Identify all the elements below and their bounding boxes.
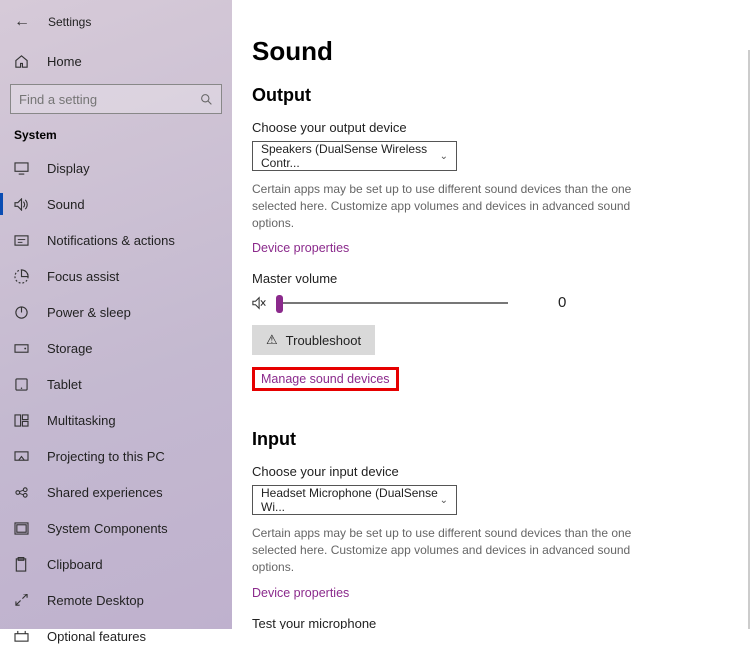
sidebar-item-tablet[interactable]: Tablet (0, 366, 232, 402)
display-icon (13, 160, 29, 176)
master-volume-slider[interactable] (276, 302, 508, 304)
sidebar-item-notifications-actions[interactable]: Notifications & actions (0, 222, 232, 258)
speaker-mute-icon[interactable] (252, 296, 268, 310)
features-icon (13, 628, 29, 644)
sound-icon (13, 196, 29, 212)
page-title: Sound (252, 36, 720, 67)
input-heading: Input (252, 429, 720, 450)
input-device-select[interactable]: Headset Microphone (DualSense Wi... ⌄ (252, 485, 457, 515)
input-device-value: Headset Microphone (DualSense Wi... (261, 486, 440, 514)
back-icon[interactable]: ← (14, 13, 30, 31)
home-nav[interactable]: Home (0, 44, 232, 78)
sidebar-item-label: Projecting to this PC (47, 449, 165, 464)
sidebar-item-optional-features[interactable]: Optional features (0, 618, 232, 654)
multitasking-icon (13, 412, 29, 428)
input-choose-label: Choose your input device (252, 464, 720, 479)
sidebar-item-storage[interactable]: Storage (0, 330, 232, 366)
nav-list: Display Sound Notifications & actions Focus… (0, 150, 232, 654)
sidebar-item-label: Clipboard (47, 557, 103, 572)
sidebar-item-label: Sound (47, 197, 85, 212)
output-troubleshoot-label: Troubleshoot (286, 333, 361, 348)
chevron-down-icon: ⌄ (440, 495, 448, 506)
sidebar-item-label: Focus assist (47, 269, 119, 284)
warning-icon: ⚠ (266, 332, 278, 348)
sidebar-item-multitasking[interactable]: Multitasking (0, 402, 232, 438)
sidebar-item-label: Tablet (47, 377, 82, 392)
focus-icon (13, 268, 29, 284)
sidebar-item-label: Shared experiences (47, 485, 163, 500)
sidebar-item-system-components[interactable]: System Components (0, 510, 232, 546)
home-icon (13, 53, 29, 69)
sidebar-item-display[interactable]: Display (0, 150, 232, 186)
sidebar-item-label: Display (47, 161, 90, 176)
search-input[interactable] (19, 92, 200, 107)
content-pane: Sound Output Choose your output device S… (232, 0, 750, 629)
sidebar-item-remote-desktop[interactable]: Remote Desktop (0, 582, 232, 618)
window-title: Settings (48, 15, 91, 29)
output-help-text: Certain apps may be set up to use differ… (252, 181, 672, 231)
sidebar-item-sound[interactable]: Sound (0, 186, 232, 222)
slider-thumb[interactable] (276, 295, 283, 313)
shared-icon (13, 484, 29, 500)
sidebar: ← Settings Home System Display Sound Notif… (0, 0, 232, 629)
search-box[interactable] (10, 84, 222, 114)
input-help-text: Certain apps may be set up to use differ… (252, 525, 672, 575)
sidebar-item-label: Optional features (47, 629, 146, 644)
test-mic-label: Test your microphone (252, 616, 720, 629)
output-manage-devices-link[interactable]: Manage sound devices (252, 367, 399, 391)
input-device-properties-link[interactable]: Device properties (252, 586, 349, 600)
sidebar-item-label: Multitasking (47, 413, 116, 428)
output-troubleshoot-button[interactable]: ⚠ Troubleshoot (252, 325, 375, 355)
sidebar-item-label: Power & sleep (47, 305, 131, 320)
sidebar-item-power-sleep[interactable]: Power & sleep (0, 294, 232, 330)
section-heading: System (0, 124, 232, 150)
tablet-icon (13, 376, 29, 392)
output-device-select[interactable]: Speakers (DualSense Wireless Contr... ⌄ (252, 141, 457, 171)
chevron-down-icon: ⌄ (440, 151, 448, 162)
home-label: Home (47, 54, 82, 69)
sidebar-item-focus-assist[interactable]: Focus assist (0, 258, 232, 294)
remote-icon (13, 592, 29, 608)
sidebar-item-label: Notifications & actions (47, 233, 175, 248)
clipboard-icon (13, 556, 29, 572)
master-volume-label: Master volume (252, 271, 720, 286)
notifications-icon (13, 232, 29, 248)
output-device-properties-link[interactable]: Device properties (252, 241, 349, 255)
master-volume-value: 0 (558, 294, 566, 311)
output-choose-label: Choose your output device (252, 120, 720, 135)
sidebar-item-label: Remote Desktop (47, 593, 144, 608)
search-icon (200, 93, 213, 106)
sidebar-item-clipboard[interactable]: Clipboard (0, 546, 232, 582)
sidebar-item-label: Storage (47, 341, 93, 356)
power-icon (13, 304, 29, 320)
projecting-icon (13, 448, 29, 464)
sidebar-item-projecting-to-this-pc[interactable]: Projecting to this PC (0, 438, 232, 474)
output-device-value: Speakers (DualSense Wireless Contr... (261, 142, 440, 170)
output-heading: Output (252, 85, 720, 106)
storage-icon (13, 340, 29, 356)
sidebar-item-label: System Components (47, 521, 168, 536)
components-icon (13, 520, 29, 536)
sidebar-item-shared-experiences[interactable]: Shared experiences (0, 474, 232, 510)
